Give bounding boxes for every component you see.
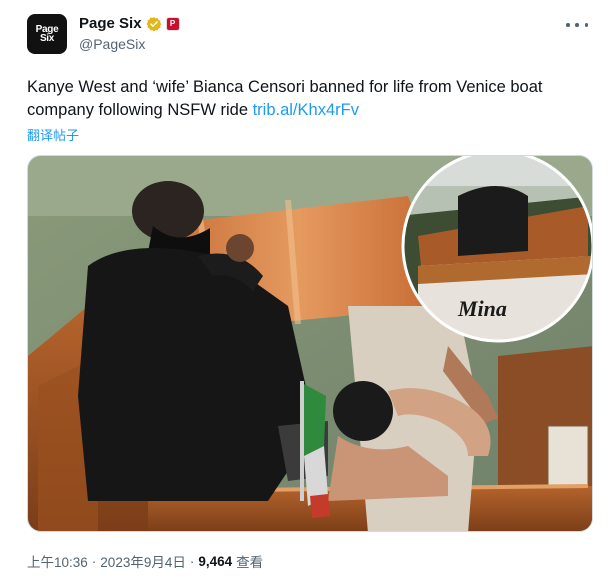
tweet-time[interactable]: 上午10:36 bbox=[27, 551, 88, 571]
avatar-text-line2: Six bbox=[39, 33, 55, 44]
tweet-photo[interactable]: Mina bbox=[27, 155, 593, 532]
boat-name-label: Mina bbox=[457, 296, 507, 321]
more-options-icon[interactable] bbox=[566, 17, 588, 33]
author-name-row: Page Six P bbox=[79, 15, 180, 32]
author-display-name[interactable]: Page Six bbox=[79, 15, 142, 32]
photo-illustration: Mina bbox=[28, 156, 592, 531]
meta-separator: · bbox=[91, 553, 97, 569]
tweet-link[interactable]: trib.al/Khx4rFv bbox=[253, 101, 359, 119]
author-avatar[interactable]: Page Six bbox=[27, 14, 67, 54]
tweet-meta: 上午10:36 · 2023年9月4日 · 9,464 查看 bbox=[27, 551, 263, 571]
affiliate-badge-icon[interactable]: P bbox=[165, 16, 180, 31]
views-count: 9,464 bbox=[198, 553, 233, 569]
meta-separator-2: · bbox=[189, 553, 195, 569]
views-label: 查看 bbox=[236, 555, 264, 570]
tweet-card: Page Six Page Six P @PageSix Kanye West … bbox=[0, 0, 610, 578]
author-handle[interactable]: @PageSix bbox=[79, 36, 145, 52]
verified-badge-icon bbox=[146, 16, 162, 32]
tweet-text: Kanye West and ‘wife’ Bianca Censori ban… bbox=[27, 76, 587, 122]
translate-post-link[interactable]: 翻译帖子 bbox=[27, 125, 79, 144]
tweet-date[interactable]: 2023年9月4日 bbox=[100, 551, 186, 571]
